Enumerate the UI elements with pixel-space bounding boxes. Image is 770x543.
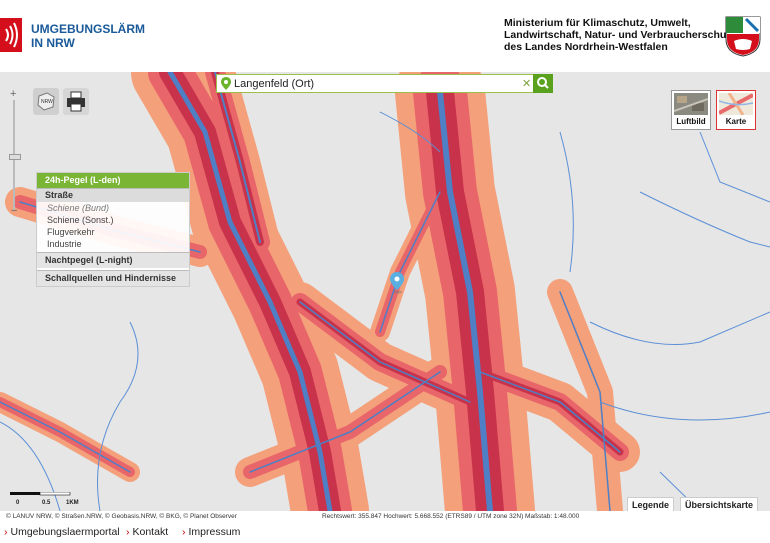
chevron-right-icon: ›	[182, 526, 186, 538]
footer-link-kontakt[interactable]: › Kontakt	[126, 524, 168, 540]
copyright-text: © LANUV NRW, © Straßen.NRW, © Geobasis.N…	[6, 513, 237, 520]
overview-map-button[interactable]: Übersichtskarte	[680, 497, 759, 511]
nrw-extent-button[interactable]: NRW	[33, 88, 59, 115]
view-karte-label: Karte	[725, 117, 747, 126]
location-pin-icon	[221, 77, 231, 95]
search-input[interactable]	[234, 76, 522, 91]
ministry-line3: des Landes Nordrhein-Westfalen	[504, 41, 668, 53]
svg-text:NRW: NRW	[41, 99, 53, 105]
header: UMGEBUNGSLÄRM IN NRW Ministerium für Kli…	[0, 0, 770, 66]
scale-label-half: 0.5	[42, 500, 51, 506]
printer-icon	[67, 91, 85, 112]
chevron-right-icon: ›	[126, 526, 130, 538]
print-button[interactable]	[63, 88, 89, 115]
sound-waves-icon	[0, 18, 22, 52]
layer-panel: 24h-Pegel (L-den) Straße Schiene (Bund) …	[36, 172, 190, 287]
scale-bar: 0 0.5 1KM	[10, 491, 90, 508]
footer-link-impressum-label: Impressum	[188, 526, 241, 538]
footer-link-impressum[interactable]: › Impressum	[182, 524, 240, 540]
layer-group-sources[interactable]: Schallquellen und Hindernisse	[37, 270, 189, 286]
search-button[interactable]	[533, 74, 553, 93]
layer-item-schiene-bund[interactable]: Schiene (Bund)	[37, 202, 189, 214]
view-karte-button[interactable]: Karte	[716, 90, 756, 130]
coordinate-readout: Rechtswert: 355.847 Hochwert: 5.668.552 …	[322, 513, 580, 520]
footer-link-portal[interactable]: › Umgebungslaermportal	[4, 524, 120, 540]
view-luftbild-label: Luftbild	[676, 117, 706, 126]
zoom-slider-handle[interactable]	[9, 154, 21, 160]
layer-item-strasse[interactable]: Straße	[37, 188, 189, 202]
layer-item-flugverkehr[interactable]: Flugverkehr	[37, 226, 189, 238]
logo-line1: UMGEBUNGSLÄRM	[31, 22, 145, 36]
footer: › Umgebungslaermportal › Kontakt › Impressu…	[0, 524, 770, 543]
layer-item-schiene-sonst[interactable]: Schiene (Sonst.)	[37, 214, 189, 226]
search-icon	[537, 77, 549, 89]
footer-link-portal-label: Umgebungslaermportal	[10, 526, 120, 538]
scale-label-1km: 1KM	[66, 500, 79, 506]
nrw-map-icon: NRW	[37, 92, 55, 111]
view-luftbild-button[interactable]: Luftbild	[671, 90, 711, 130]
scale-bar-graphic	[10, 491, 71, 496]
status-bar: © LANUV NRW, © Straßen.NRW, © Geobasis.N…	[0, 511, 770, 523]
chevron-right-icon: ›	[4, 526, 8, 538]
legend-button[interactable]: Legende	[627, 497, 675, 511]
ministry-name: Ministerium für Klimaschutz, Umwelt, Lan…	[504, 17, 735, 53]
noise-map[interactable]: ✕ + − NRW 24h-Pegel (L-den) Straße Schie…	[0, 72, 770, 511]
portal-logo[interactable]: UMGEBUNGSLÄRM IN NRW	[31, 22, 145, 50]
noise-map-canvas[interactable]	[0, 72, 770, 511]
scale-label-0: 0	[16, 500, 20, 506]
zoom-in-button[interactable]: +	[10, 88, 16, 100]
location-marker-icon	[390, 272, 404, 294]
layer-group-lden[interactable]: 24h-Pegel (L-den)	[37, 173, 189, 188]
street-map-icon	[719, 93, 753, 115]
footer-link-kontakt-label: Kontakt	[132, 526, 169, 538]
ministry-line1: Ministerium für Klimaschutz, Umwelt,	[504, 17, 691, 29]
logo-line2: IN NRW	[31, 36, 75, 50]
layer-item-industrie[interactable]: Industrie	[37, 238, 189, 250]
aerial-photo-icon	[674, 93, 708, 115]
layer-group-lnight[interactable]: Nachtpegel (L-night)	[37, 252, 189, 268]
nrw-crest-icon	[724, 15, 762, 57]
close-icon[interactable]: ✕	[522, 77, 531, 90]
zoom-out-button[interactable]: −	[11, 205, 17, 217]
location-search[interactable]: ✕	[216, 74, 553, 95]
ministry-line2: Landwirtschaft, Natur- und Verbrauchersc…	[504, 29, 736, 41]
